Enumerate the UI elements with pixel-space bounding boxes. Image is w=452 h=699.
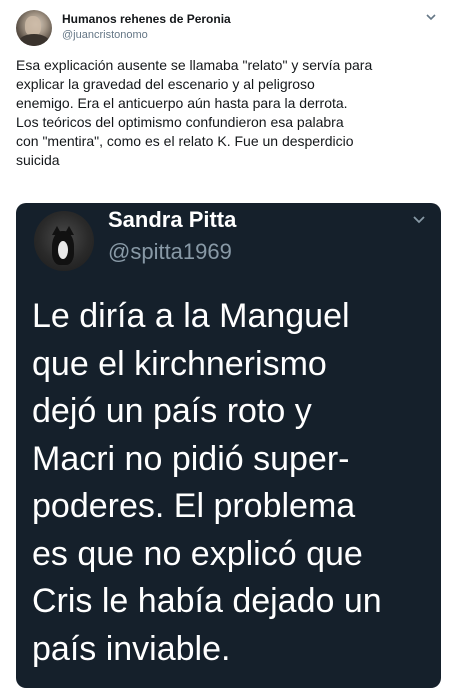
author-avatar[interactable] bbox=[16, 10, 52, 46]
embedded-author-avatar bbox=[34, 211, 94, 271]
embedded-tweet-text: Le diría a la Manguel que el kirchnerism… bbox=[32, 293, 432, 673]
embedded-text-line: es que no explicó que bbox=[32, 534, 363, 573]
author-display-name[interactable]: Humanos rehenes de Peronia bbox=[62, 12, 231, 26]
embedded-text-line: Macri no pidió super- bbox=[32, 439, 350, 478]
embedded-text-line: Le diría a la Manguel bbox=[32, 297, 350, 335]
embedded-text-line: Cris le había dejado un bbox=[32, 582, 382, 620]
tweet-text-line: Esa explicación ausente se llamaba "rela… bbox=[16, 57, 373, 73]
tweet-text: Esa explicación ausente se llamaba "rela… bbox=[16, 56, 444, 170]
tweet-text-line: suicida bbox=[16, 152, 60, 168]
chevron-down-icon[interactable] bbox=[424, 12, 438, 22]
embedded-author-name: Sandra Pitta bbox=[108, 207, 237, 232]
tweet-text-line: con "mentira", como es el relato K. Fue … bbox=[16, 133, 354, 149]
embedded-text-line: país inviable. bbox=[32, 629, 231, 668]
cat-chest bbox=[58, 241, 68, 259]
embedded-text-line: poderes. El problema bbox=[32, 487, 356, 525]
tweet-text-line: explicar la gravedad del escenario y al … bbox=[16, 76, 315, 92]
avatar-shoulders bbox=[18, 34, 50, 46]
tweet-text-line: enemigo. Era el anticuerpo aún hasta par… bbox=[16, 95, 348, 111]
embedded-text-line: dejó un país roto y bbox=[32, 392, 312, 430]
embedded-text-line: que el kirchnerismo bbox=[32, 344, 327, 383]
tweet-text-line: Los teóricos del optimismo confundieron … bbox=[16, 114, 344, 130]
embedded-author-handle: @spitta1969 bbox=[108, 239, 232, 264]
attached-image-embedded-tweet[interactable]: Sandra Pitta @spitta1969 Le diría a la M… bbox=[16, 203, 441, 688]
avatar-face bbox=[25, 16, 41, 36]
author-handle[interactable]: @juancristonomo bbox=[62, 29, 148, 41]
chevron-down-icon bbox=[413, 216, 425, 224]
tweet-card: Humanos rehenes de Peronia @juancristono… bbox=[0, 0, 452, 699]
